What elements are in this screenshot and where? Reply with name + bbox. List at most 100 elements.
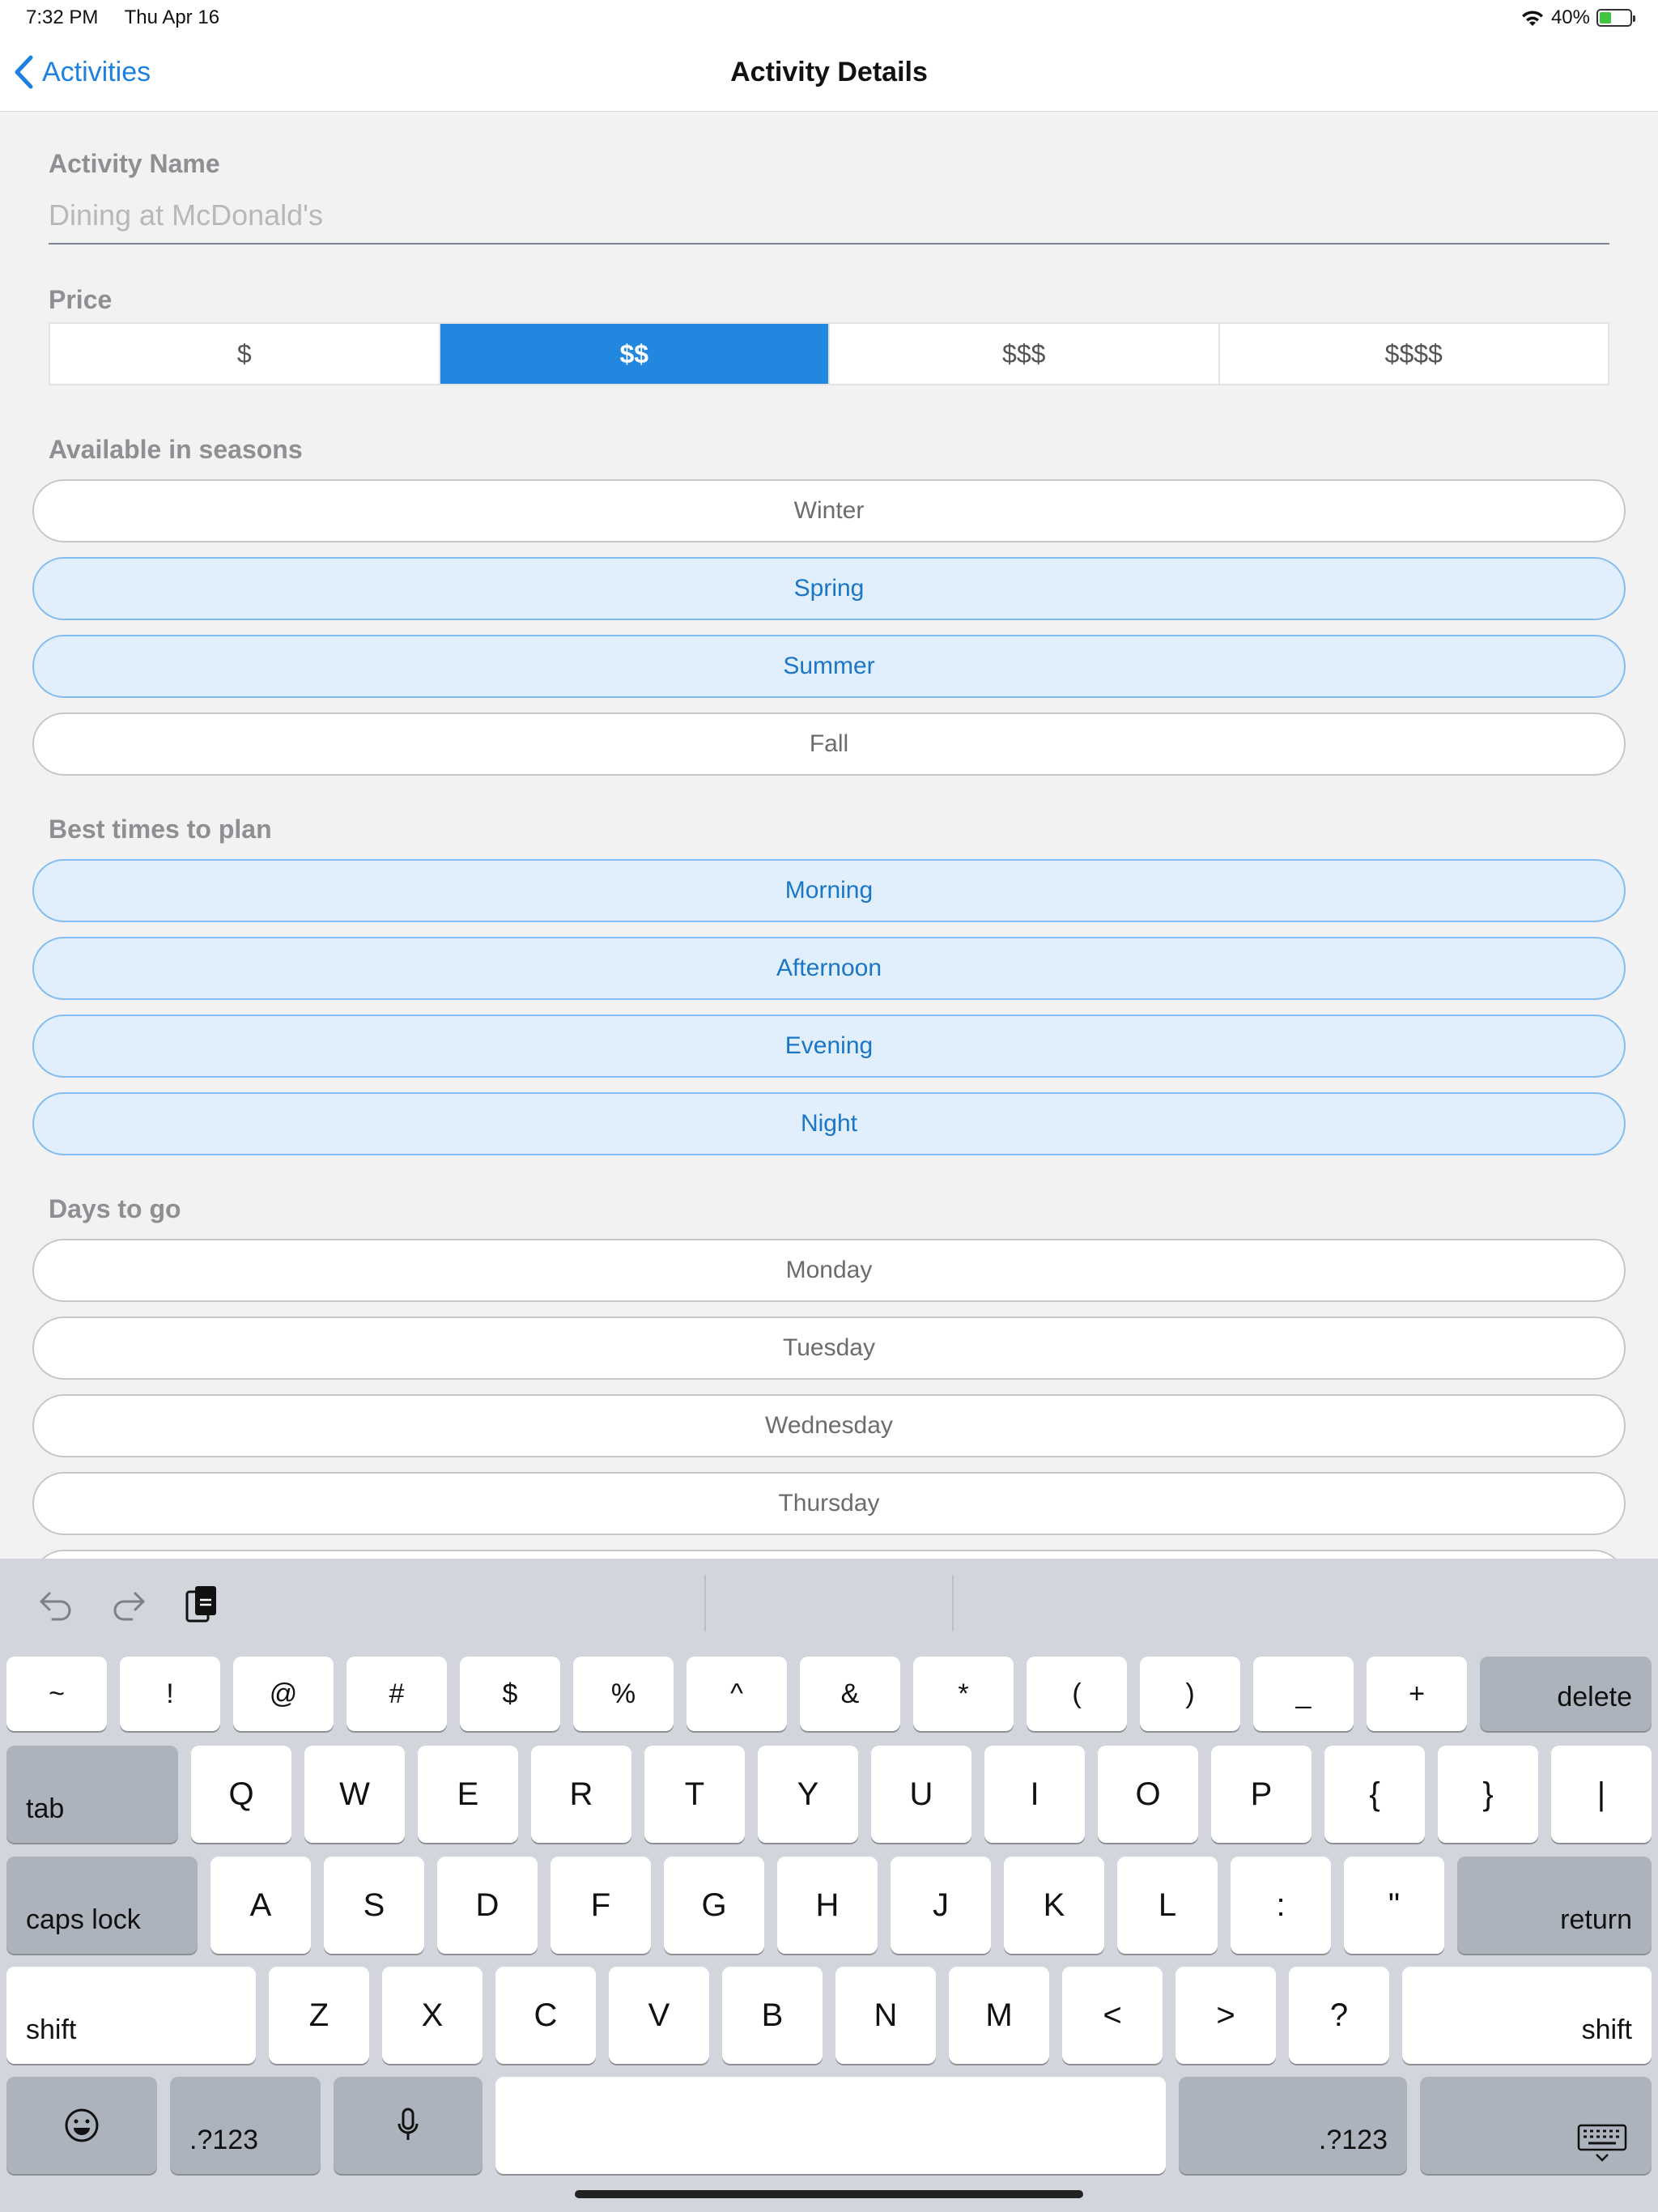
key-percent[interactable]: % — [573, 1657, 674, 1731]
key-close-brace[interactable]: } — [1438, 1746, 1538, 1843]
delete-key[interactable]: delete — [1480, 1657, 1652, 1731]
dismiss-keyboard-key[interactable] — [1420, 2077, 1652, 2174]
key-l[interactable]: L — [1117, 1857, 1218, 1954]
battery-percent: 40% — [1550, 6, 1590, 28]
microphone-icon — [397, 2108, 419, 2140]
key-c[interactable]: C — [495, 1967, 596, 2064]
battery-icon — [1596, 9, 1635, 27]
key-a[interactable]: A — [210, 1857, 311, 1954]
key-colon[interactable]: : — [1231, 1857, 1331, 1954]
key-u[interactable]: U — [871, 1746, 971, 1843]
key-p[interactable]: P — [1211, 1746, 1312, 1843]
numbers-key-right[interactable]: .?123 — [1179, 2077, 1407, 2174]
key-pipe[interactable]: | — [1551, 1746, 1652, 1843]
days-label: Days to go — [49, 1194, 181, 1223]
day-thursday-toggle[interactable]: Thursday — [32, 1472, 1626, 1535]
key-close-paren[interactable]: ) — [1140, 1657, 1240, 1731]
key-m[interactable]: M — [949, 1967, 1049, 2064]
key-d[interactable]: D — [437, 1857, 538, 1954]
key-g[interactable]: G — [664, 1857, 764, 1954]
redo-button[interactable] — [108, 1585, 149, 1625]
key-greater-than[interactable]: > — [1175, 1967, 1276, 2064]
paste-icon — [185, 1586, 216, 1623]
keyboard-dismiss-icon — [1577, 2124, 1627, 2162]
season-spring-toggle[interactable]: Spring — [32, 557, 1626, 620]
status-left: 7:32 PM Thu Apr 16 — [26, 6, 240, 29]
key-z[interactable]: Z — [269, 1967, 369, 2064]
emoji-key[interactable] — [6, 2077, 157, 2174]
season-fall-toggle[interactable]: Fall — [32, 713, 1626, 776]
status-time: 7:32 PM — [26, 6, 99, 28]
key-h[interactable]: H — [777, 1857, 878, 1954]
time-afternoon-toggle[interactable]: Afternoon — [32, 937, 1626, 1000]
season-winter-toggle[interactable]: Winter — [32, 479, 1626, 542]
key-k[interactable]: K — [1004, 1857, 1104, 1954]
key-e[interactable]: E — [418, 1746, 518, 1843]
price-option-1[interactable]: $ — [50, 324, 440, 384]
key-dollar[interactable]: $ — [460, 1657, 560, 1731]
status-date: Thu Apr 16 — [124, 6, 220, 28]
key-j[interactable]: J — [891, 1857, 991, 1954]
key-f[interactable]: F — [551, 1857, 651, 1954]
numbers-key-left[interactable]: .?123 — [170, 2077, 321, 2174]
times-label: Best times to plan — [49, 815, 272, 844]
key-underscore[interactable]: _ — [1253, 1657, 1354, 1731]
key-quote[interactable]: " — [1344, 1857, 1444, 1954]
toolbar-divider — [704, 1575, 706, 1631]
time-morning-toggle[interactable]: Morning — [32, 859, 1626, 922]
day-monday-toggle[interactable]: Monday — [32, 1239, 1626, 1302]
key-y[interactable]: Y — [758, 1746, 858, 1843]
key-o[interactable]: O — [1098, 1746, 1198, 1843]
key-ampersand[interactable]: & — [800, 1657, 900, 1731]
dictation-key[interactable] — [334, 2077, 483, 2174]
key-less-than[interactable]: < — [1062, 1967, 1163, 2064]
time-night-toggle[interactable]: Night — [32, 1092, 1626, 1155]
paste-button[interactable] — [181, 1585, 222, 1625]
key-at[interactable]: @ — [233, 1657, 334, 1731]
key-open-brace[interactable]: { — [1324, 1746, 1425, 1843]
key-r[interactable]: R — [531, 1746, 631, 1843]
key-s[interactable]: S — [324, 1857, 424, 1954]
key-caret[interactable]: ^ — [687, 1657, 787, 1731]
price-option-2[interactable]: $$ — [440, 324, 830, 384]
key-b[interactable]: B — [722, 1967, 823, 2064]
key-tilde[interactable]: ~ — [6, 1657, 107, 1731]
key-exclamation[interactable]: ! — [120, 1657, 220, 1731]
key-n[interactable]: N — [835, 1967, 936, 2064]
key-plus[interactable]: + — [1367, 1657, 1467, 1731]
key-question[interactable]: ? — [1289, 1967, 1389, 2064]
price-option-4[interactable]: $$$$ — [1220, 324, 1609, 384]
price-segmented-control: $ $$ $$$ $$$$ — [49, 322, 1609, 385]
tab-key[interactable]: tab — [6, 1746, 178, 1843]
home-indicator[interactable] — [575, 2190, 1083, 2198]
emoji-icon — [65, 2108, 99, 2142]
activity-name-input[interactable] — [49, 188, 1609, 245]
key-t[interactable]: T — [644, 1746, 745, 1843]
seasons-label: Available in seasons — [49, 435, 303, 464]
status-right: 40% — [1520, 6, 1635, 29]
day-wednesday-toggle[interactable]: Wednesday — [32, 1394, 1626, 1457]
shift-key-left[interactable]: shift — [6, 1967, 256, 2064]
shift-key-right[interactable]: shift — [1402, 1967, 1652, 2064]
season-summer-toggle[interactable]: Summer — [32, 635, 1626, 698]
space-key[interactable] — [495, 2077, 1166, 2174]
price-option-3[interactable]: $$$ — [830, 324, 1220, 384]
key-open-paren[interactable]: ( — [1027, 1657, 1127, 1731]
page-title: Activity Details — [730, 57, 928, 87]
price-label: Price — [49, 285, 113, 314]
key-hash[interactable]: # — [346, 1657, 447, 1731]
caps-lock-key[interactable]: caps lock — [6, 1857, 198, 1954]
undo-icon — [40, 1592, 71, 1621]
time-evening-toggle[interactable]: Evening — [32, 1015, 1626, 1078]
key-x[interactable]: X — [382, 1967, 483, 2064]
undo-button[interactable] — [36, 1585, 76, 1625]
key-i[interactable]: I — [984, 1746, 1085, 1843]
status-bar: 7:32 PM Thu Apr 16 40% — [0, 0, 1658, 39]
day-tuesday-toggle[interactable]: Tuesday — [32, 1317, 1626, 1380]
key-asterisk[interactable]: * — [913, 1657, 1014, 1731]
activity-name-label: Activity Name — [49, 149, 220, 178]
key-q[interactable]: Q — [191, 1746, 291, 1843]
key-v[interactable]: V — [609, 1967, 709, 2064]
return-key[interactable]: return — [1457, 1857, 1652, 1954]
key-w[interactable]: W — [304, 1746, 405, 1843]
